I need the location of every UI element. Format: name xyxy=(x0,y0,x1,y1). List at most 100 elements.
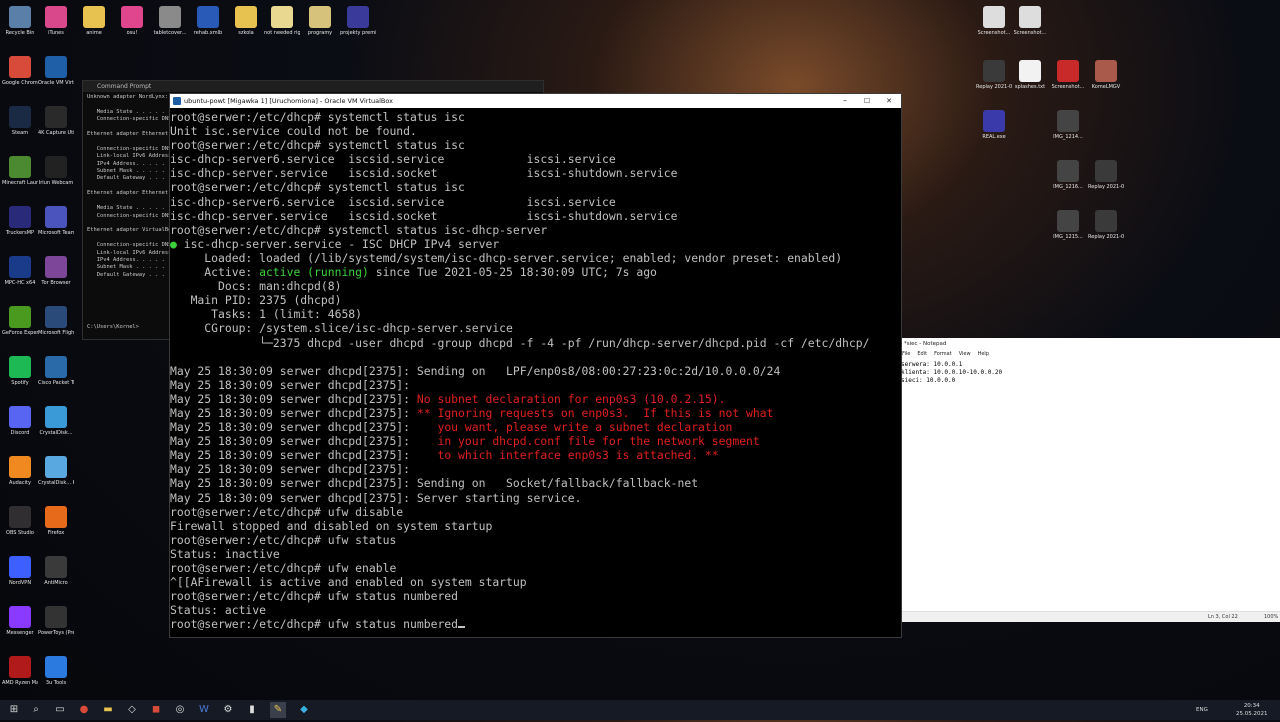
desktop-icon[interactable]: AMD Ryzen Master xyxy=(2,656,38,686)
terminal-line: May 25 18:30:09 serwer dhcpd[2375]: ** I… xyxy=(170,406,901,420)
minimize-button[interactable]: – xyxy=(834,94,856,108)
desktop-icon[interactable]: Audacity xyxy=(2,456,38,486)
windows-icon[interactable]: ⊞ xyxy=(6,702,22,718)
desktop-icon[interactable]: Tor Browser xyxy=(38,256,74,286)
virtualbox-taskbar-icon[interactable]: ◆ xyxy=(296,702,312,718)
chrome-icon[interactable]: ● xyxy=(76,702,92,718)
desktop-icon[interactable]: Steam xyxy=(2,106,38,136)
task-view-icon[interactable]: ▭ xyxy=(52,702,68,718)
notepad-titlebar[interactable]: *siec - Notepad xyxy=(898,338,1280,350)
app-icon xyxy=(347,6,369,28)
maximize-button[interactable]: ☐ xyxy=(856,94,878,108)
clock[interactable]: 20:34 25.05.2021 xyxy=(1236,702,1268,722)
desktop-icon-label: 3u Tools xyxy=(45,680,67,686)
app-icon xyxy=(83,6,105,28)
desktop-icon[interactable]: 3u Tools xyxy=(38,656,74,686)
terminal-line: Main PID: 2375 (dhcpd) xyxy=(170,293,901,307)
desktop-icon[interactable]: AntiMicro xyxy=(38,556,74,586)
desktop-icon[interactable]: programy xyxy=(302,6,338,36)
desktop-icon[interactable]: KomeLMGV xyxy=(1088,60,1124,90)
desktop-icon-label: Messenger xyxy=(6,630,34,636)
desktop-icon[interactable]: Spotify xyxy=(2,356,38,386)
terminal-line: May 25 18:30:09 serwer dhcpd[2375]: in y… xyxy=(170,434,901,448)
desktop-icon[interactable]: 4K Capture Utility xyxy=(38,106,74,136)
desktop-icon[interactable]: not needed right now xyxy=(264,6,300,36)
notepad-text-area[interactable]: serwera: 10.0.0.1 klienta: 10.0.0.10-10.… xyxy=(898,359,1280,387)
desktop-icon[interactable]: REAL.exe xyxy=(976,110,1012,140)
desktop-icon[interactable]: Recycle Bin xyxy=(2,6,38,36)
desktop-icon-label: Iriun Webcam xyxy=(38,180,74,186)
desktop-icon[interactable]: Google Chrome xyxy=(2,56,38,86)
terminal-text: May 25 18:30:09 serwer dhcpd[2375]: xyxy=(170,405,417,420)
desktop-icon[interactable]: Minecraft Launcher xyxy=(2,156,38,186)
virtualbox-window[interactable]: ubuntu-powt [Migawka 1] [Uruchomiona] - … xyxy=(169,93,902,638)
desktop-icon[interactable]: Screenshot... xyxy=(1012,6,1048,36)
desktop-icon[interactable]: Microsoft Flight Si... xyxy=(38,306,74,336)
desktop-icon[interactable]: CrystalDisk... xyxy=(38,406,74,436)
desktop-icon[interactable]: CrystalDisk... Kurei Kei E... xyxy=(38,456,74,486)
terminal-text: Status: inactive xyxy=(170,546,280,561)
desktop-icon-label: Microsoft Flight Si... xyxy=(38,330,74,336)
desktop-icon[interactable]: Screenshot... xyxy=(1050,60,1086,90)
terminal-screen[interactable]: root@serwer:/etc/dhcp# systemctl status … xyxy=(170,108,901,631)
file-explorer-icon[interactable]: ▬ xyxy=(100,702,116,718)
desktop-icon[interactable]: tabletcover... xyxy=(152,6,188,36)
desktop-icon[interactable]: osu! xyxy=(114,6,150,36)
desktop-icon[interactable]: splashes.txt xyxy=(1012,60,1048,90)
desktop-icon[interactable]: IMG_1216... xyxy=(1050,160,1086,190)
notepad-menu-item[interactable]: View xyxy=(959,351,971,357)
terminal-line: root@serwer:/etc/dhcp# systemctl status … xyxy=(170,138,901,152)
desktop-icon[interactable]: Microsoft Teams xyxy=(38,206,74,236)
word-icon[interactable]: W xyxy=(196,702,212,718)
desktop-icon[interactable]: NordVPN xyxy=(2,556,38,586)
desktop-icon[interactable]: IMG_1214... xyxy=(1050,110,1086,140)
notepad-statusbar: Ln 3, Col 22 100% xyxy=(898,611,1280,622)
desktop-icon[interactable]: szkola xyxy=(228,6,264,36)
settings-icon[interactable]: ⚙ xyxy=(220,702,236,718)
app-icon[interactable]: ◇ xyxy=(124,702,140,718)
desktop-icon[interactable]: anime xyxy=(76,6,112,36)
terminal-icon[interactable]: ▮ xyxy=(244,702,260,718)
notepad-menu-item[interactable]: Help xyxy=(978,351,989,357)
desktop-icon[interactable]: TruckersMP xyxy=(2,206,38,236)
notepad-window[interactable]: *siec - Notepad File Edit Format View Help s… xyxy=(898,338,1280,622)
terminal-line: May 25 18:30:09 serwer dhcpd[2375]: No s… xyxy=(170,392,901,406)
desktop-icon[interactable]: IMG_1215... xyxy=(1050,210,1086,240)
desktop-icon[interactable]: Screenshot... xyxy=(976,6,1012,36)
desktop-icon[interactable]: projekty premiere xyxy=(340,6,376,36)
close-button[interactable]: ✕ xyxy=(878,94,900,108)
desktop-icon[interactable]: OBS Studio xyxy=(2,506,38,536)
app-icon xyxy=(159,6,181,28)
desktop-icon[interactable]: Oracle VM VirtualBox xyxy=(38,56,74,86)
desktop-icon[interactable]: PowerToys (Preview) xyxy=(38,606,74,636)
desktop-icon[interactable]: Replay 2021-04-22... xyxy=(1088,210,1124,240)
desktop-icon[interactable]: Firefox xyxy=(38,506,74,536)
desktop-icon[interactable]: MPC-HC x64 xyxy=(2,256,38,286)
app-icon xyxy=(1019,6,1041,28)
desktop-icon[interactable]: rehab.xmlb xyxy=(190,6,226,36)
desktop-icon-label: KomeLMGV xyxy=(1091,84,1121,90)
app-icon[interactable]: ◎ xyxy=(172,702,188,718)
desktop-icon[interactable]: Iriun Webcam xyxy=(38,156,74,186)
app-icon[interactable]: ◼ xyxy=(148,702,164,718)
notepad-menu-item[interactable]: Edit xyxy=(917,351,927,357)
language-indicator[interactable]: ENG xyxy=(1196,700,1208,720)
desktop-icon-label: Screenshot... xyxy=(1013,30,1047,36)
desktop-icon[interactable]: Replay 2021-04-22... xyxy=(1088,160,1124,190)
desktop-icon-label: Tor Browser xyxy=(41,280,71,286)
command-prompt-titlebar[interactable]: Command Prompt xyxy=(83,81,543,92)
app-icon[interactable]: ✎ xyxy=(270,702,286,718)
desktop-icon[interactable]: Cisco Packet Tracer xyxy=(38,356,74,386)
desktop-icon[interactable]: Replay 2021-04-19... xyxy=(976,60,1012,90)
notepad-menu-item[interactable]: Format xyxy=(934,351,952,357)
terminal-line: May 25 18:30:09 serwer dhcpd[2375]: xyxy=(170,378,901,392)
notepad-menu-item[interactable]: File xyxy=(902,351,910,357)
desktop-icon[interactable]: Discord xyxy=(2,406,38,436)
desktop-icon[interactable]: iTunes xyxy=(38,6,74,36)
desktop-icon-label: Microsoft Teams xyxy=(38,230,74,236)
virtualbox-titlebar[interactable]: ubuntu-powt [Migawka 1] [Uruchomiona] - … xyxy=(170,94,901,108)
desktop-icon-label: Spotify xyxy=(11,380,29,386)
desktop-icon[interactable]: GeForce Experience xyxy=(2,306,38,336)
search-icon[interactable]: ⌕ xyxy=(28,702,44,718)
desktop-icon[interactable]: Messenger xyxy=(2,606,38,636)
